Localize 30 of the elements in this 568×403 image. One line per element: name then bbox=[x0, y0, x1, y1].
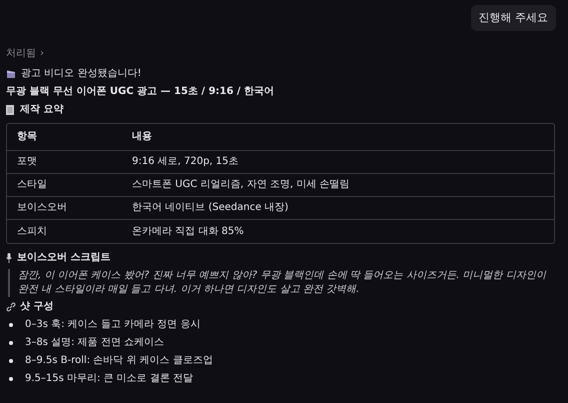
section-heading: 제작 요약 bbox=[20, 103, 64, 117]
memo-icon bbox=[6, 105, 14, 115]
shot-item: 0–3s 훅: 케이스 들고 카메라 정면 응시 bbox=[25, 318, 200, 332]
column-header: 내용 bbox=[132, 130, 152, 144]
table-cell-text: 스피치 bbox=[16, 224, 48, 238]
chevron-icon[interactable]: › bbox=[40, 47, 44, 61]
column-header: 항목 bbox=[16, 130, 38, 144]
link-icon bbox=[6, 302, 16, 312]
table-cell-text: 보이스오버 bbox=[16, 201, 68, 215]
table-cell: 한국어 네이티브 (Seedance 내장) bbox=[132, 201, 288, 215]
table-cell-text: 포맷 bbox=[16, 155, 38, 169]
table-cell: 스마트폰 UGC 리얼리즘, 자연 조명, 미세 손떨림 bbox=[132, 178, 350, 192]
table-cell-text: 스타일 bbox=[16, 178, 48, 192]
voiceover-quote: 잠깐, 이 이어폰 케이스 봤어? 진짜 너무 예쁘지 않아? 무광 블랙인데 손에 딱 들어오는 사이즈거든. 미니멀한 디자인이 완전 내 스타일이라 매일 들고 다녀. 이거 하나면 디자인도 살고 완전 갓벽해. bbox=[18, 269, 548, 297]
shot-item: 8–9.5s B-roll: 손바닥 위 케이스 클로즈업 bbox=[25, 354, 213, 368]
status-label[interactable]: 처리됨 bbox=[6, 47, 36, 61]
microphone-icon bbox=[6, 253, 12, 263]
table-cell: 9:16 세로, 720p, 15초 bbox=[132, 155, 239, 169]
section-heading: 샷 구성 bbox=[20, 300, 54, 314]
bullet-icon bbox=[9, 323, 13, 327]
bullet-icon bbox=[9, 341, 13, 345]
announcement: 광고 비디오 완성됐습니다! bbox=[21, 67, 142, 81]
bullet-icon bbox=[9, 359, 13, 363]
table-cell: 온카메라 직접 대화 85% bbox=[132, 224, 244, 238]
shot-item: 9.5–15s 마무리: 큰 미소로 결론 전달 bbox=[25, 372, 194, 386]
bullet-icon bbox=[9, 377, 13, 381]
user-message: 진행해 주세요 bbox=[470, 5, 556, 31]
section-heading: 보이스오버 스크립트 bbox=[17, 251, 110, 265]
shot-item: 3–8s 설명: 제품 전면 쇼케이스 bbox=[25, 336, 164, 350]
ad-title: 무광 블랙 무선 이어폰 UGC 광고 — 15초 / 9:16 / 한국어 bbox=[6, 85, 276, 99]
